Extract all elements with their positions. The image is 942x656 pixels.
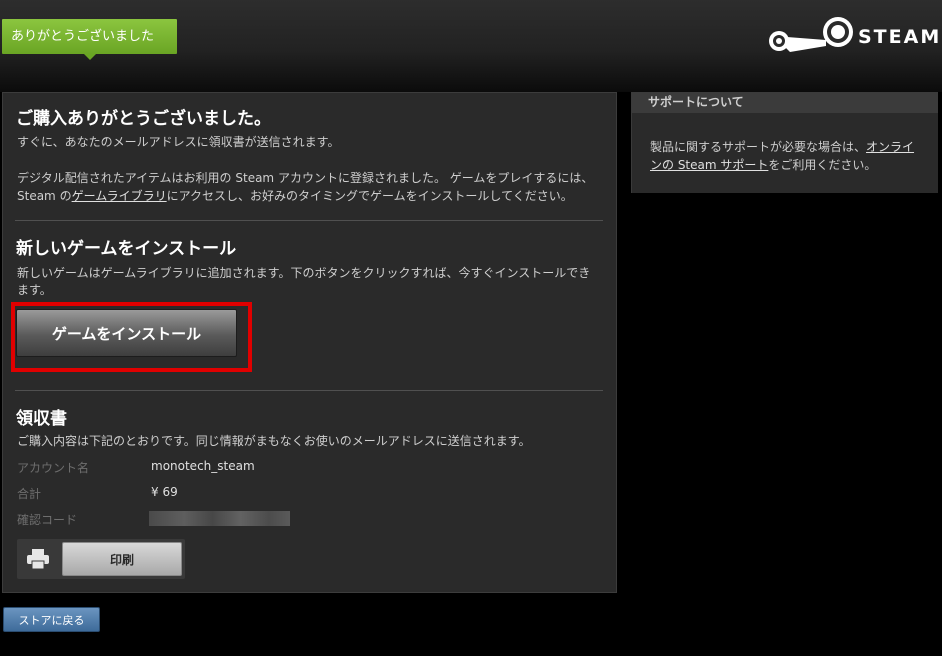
- library-prefix: Steam の: [17, 189, 72, 203]
- steam-logo-text: STEAM: [858, 26, 942, 48]
- back-to-store-button[interactable]: ストアに戻る: [3, 607, 100, 632]
- receipt-desc: ご購入内容は下記のとおりです。同じ情報がまもなくお使いのメールアドレスに送信され…: [17, 434, 531, 448]
- total-value: ¥ 69: [151, 485, 178, 499]
- total-label: 合計: [17, 487, 42, 501]
- email-notice: すぐに、あなたのメールアドレスに領収書が送信されます。: [17, 135, 340, 149]
- thank-you-tag: ありがとうございました: [2, 19, 177, 60]
- library-line: Steam のゲームライブラリにアクセスし、お好みのタイミングでゲームをインスト…: [17, 188, 573, 205]
- steam-support-link-cont[interactable]: ンの Steam サポート: [650, 158, 768, 172]
- confirmation-code-redacted: [149, 511, 290, 526]
- registered-text: デジタル配信されたアイテムはお利用の Steam アカウントに登録されました。 …: [17, 171, 594, 185]
- purchase-panel: ご購入ありがとうございました。 すぐに、あなたのメールアドレスに領収書が送信され…: [2, 92, 617, 593]
- steam-logo-icon: [769, 17, 853, 52]
- confirmation-code-label: 確認コード: [17, 513, 78, 527]
- support-text: 製品に関するサポートが必要な場合は、オンライ ンの Steam サポートをご利用…: [632, 113, 938, 174]
- account-name-label: アカウント名: [17, 461, 90, 475]
- install-desc-line2: ます。: [17, 283, 52, 297]
- divider: [15, 390, 603, 391]
- steam-support-link[interactable]: オンライ: [866, 140, 914, 154]
- install-title: 新しいゲームをインストール: [16, 239, 237, 259]
- printer-icon: [27, 549, 49, 570]
- support-heading: サポートについて: [632, 92, 938, 113]
- install-desc-line1: 新しいゲームはゲームライブラリに追加されます。下のボタンをクリックすれば、今すぐ…: [17, 266, 591, 280]
- library-suffix: にアクセスし、お好みのタイミングでゲームをインストールしてください。: [166, 189, 573, 203]
- page-title: ご購入ありがとうございました。: [16, 109, 271, 129]
- steam-logo[interactable]: STEAM: [764, 12, 942, 62]
- receipt-title: 領収書: [16, 409, 67, 429]
- support-sidebar: サポートについて 製品に関するサポートが必要な場合は、オンライ ンの Steam…: [631, 92, 938, 193]
- game-library-link[interactable]: ゲームライブラリ: [72, 189, 167, 203]
- support-text-suffix: をご利用ください。: [768, 158, 877, 172]
- install-game-button[interactable]: ゲームをインストール: [16, 309, 237, 357]
- print-area: 印刷: [17, 539, 185, 579]
- account-name-value: monotech_steam: [151, 459, 255, 473]
- divider: [15, 220, 603, 221]
- print-button[interactable]: 印刷: [62, 542, 182, 576]
- support-text-prefix: 製品に関するサポートが必要な場合は、: [650, 140, 867, 154]
